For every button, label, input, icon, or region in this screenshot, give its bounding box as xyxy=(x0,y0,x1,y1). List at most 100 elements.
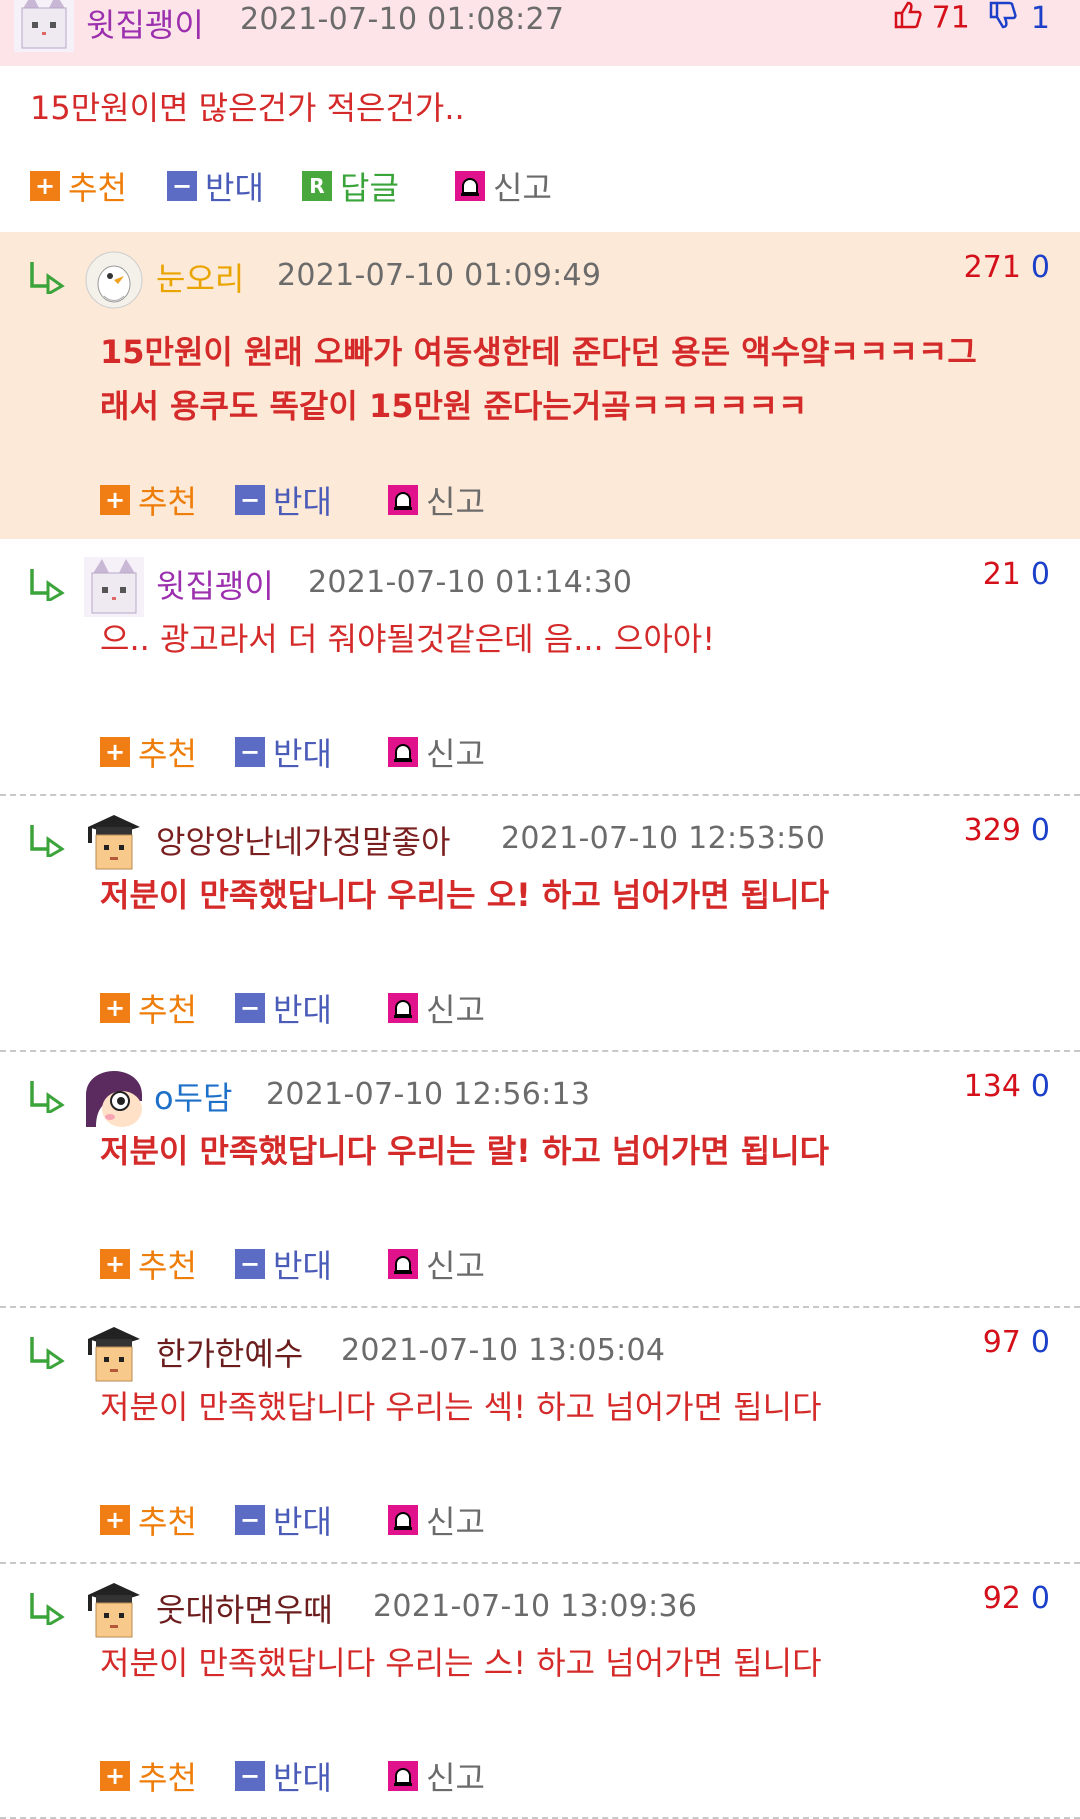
recommend-button[interactable]: + 추천 xyxy=(100,1244,197,1285)
plus-icon: + xyxy=(100,1249,130,1279)
reply-comment: 한가한예수 2021-07-10 13:05:04 97 0 저분이 만족했답니다… xyxy=(0,1307,1080,1563)
oppose-label: 반대 xyxy=(205,169,264,207)
author-nickname[interactable]: 윗집괭이 xyxy=(86,0,204,46)
author-nickname[interactable]: 윗집괭이 xyxy=(156,561,274,607)
downvote-count: 0 xyxy=(1030,1069,1050,1104)
avatar[interactable] xyxy=(84,557,144,617)
downvote-count: 0 xyxy=(1030,250,1050,285)
comment-text: 15만원이면 많은건가 적은건가.. xyxy=(30,89,465,127)
recommend-button[interactable]: + 추천 xyxy=(100,1756,197,1797)
downvote-count: 0 xyxy=(1030,557,1050,592)
report-button[interactable]: 신고 xyxy=(455,166,552,207)
reply-comment: o두담 2021-07-10 12:56:13 134 0 저분이 만족했답니다 … xyxy=(0,1051,1080,1307)
author-nickname[interactable]: 한가한예수 xyxy=(156,1329,303,1375)
report-button[interactable]: 신고 xyxy=(388,1244,485,1285)
comment-text-line: 저분이 만족했답니다 우리는 스! 하고 넘어가면 됩니다 xyxy=(100,1644,822,1682)
avatar[interactable] xyxy=(84,1581,144,1641)
siren-icon xyxy=(455,171,485,201)
comment-date: 2021-07-10 01:08:27 xyxy=(240,2,565,37)
recommend-label: 추천 xyxy=(138,1503,197,1541)
recommend-label: 추천 xyxy=(138,483,197,521)
thumb-up-icon[interactable] xyxy=(892,0,922,38)
author-nickname[interactable]: o두담 xyxy=(154,1073,232,1119)
recommend-button[interactable]: + 추천 xyxy=(100,480,197,521)
report-label: 신고 xyxy=(426,483,485,521)
author-nickname[interactable]: 웃대하면우때 xyxy=(156,1585,333,1631)
reply-arrow-icon xyxy=(28,260,66,298)
comment-actions: + 추천 − 반대 신고 xyxy=(100,1244,600,1285)
comment-date: 2021-07-10 01:09:49 xyxy=(277,258,602,293)
avatar[interactable] xyxy=(84,250,144,310)
report-label: 신고 xyxy=(426,735,485,773)
reply-button[interactable]: R 답글 xyxy=(302,166,399,207)
thumb-down-icon[interactable] xyxy=(987,0,1017,38)
plus-icon: + xyxy=(100,1505,130,1535)
avatar[interactable] xyxy=(84,813,144,873)
oppose-button[interactable]: − 반대 xyxy=(235,1756,332,1797)
comment-text-line: 15만원이 원래 오빠가 여동생한테 준다던 용돈 액수얔ㅋㅋㅋㅋ그 xyxy=(100,333,977,371)
oppose-label: 반대 xyxy=(273,1247,332,1285)
vote-score: 71 1 xyxy=(892,0,1050,38)
oppose-button[interactable]: − 반대 xyxy=(235,1500,332,1541)
comment-text-line: 저분이 만족했답니다 우리는 섹! 하고 넘어가면 됩니다 xyxy=(100,1388,822,1426)
report-button[interactable]: 신고 xyxy=(388,988,485,1029)
report-button[interactable]: 신고 xyxy=(388,480,485,521)
minus-icon: − xyxy=(235,993,265,1023)
comment-text: 저분이 만족했답니다 우리는 스! 하고 넘어가면 됩니다 xyxy=(100,1636,822,1690)
siren-icon xyxy=(388,485,418,515)
oppose-label: 반대 xyxy=(273,1759,332,1797)
minus-icon: − xyxy=(167,171,197,201)
upvote-count: 92 xyxy=(982,1581,1021,1616)
vote-score: 21 0 xyxy=(983,557,1050,592)
r-icon: R xyxy=(302,171,332,201)
oppose-button[interactable]: − 반대 xyxy=(235,480,332,521)
comment-date: 2021-07-10 12:56:13 xyxy=(266,1077,591,1112)
oppose-label: 반대 xyxy=(273,991,332,1029)
report-button[interactable]: 신고 xyxy=(388,1756,485,1797)
oppose-label: 반대 xyxy=(273,735,332,773)
recommend-label: 추천 xyxy=(138,735,197,773)
oppose-label: 반대 xyxy=(273,483,332,521)
plus-icon: + xyxy=(100,737,130,767)
upvote-count: 134 xyxy=(963,1069,1021,1104)
comment-actions: + 추천 − 반대 신고 xyxy=(100,988,600,1029)
oppose-button[interactable]: − 반대 xyxy=(235,1244,332,1285)
upvote-count: 329 xyxy=(963,813,1021,848)
comment-date: 2021-07-10 01:14:30 xyxy=(308,565,633,600)
comment-actions: + 추천 − 반대 신고 xyxy=(100,1756,600,1797)
reply-comment: 웃대하면우때 2021-07-10 13:09:36 92 0 저분이 만족했답니… xyxy=(0,1563,1080,1818)
minus-icon: − xyxy=(235,485,265,515)
report-button[interactable]: 신고 xyxy=(388,1500,485,1541)
report-button[interactable]: 신고 xyxy=(388,732,485,773)
reply-arrow-icon xyxy=(28,1335,66,1373)
comment-text-line: 으.. 광고라서 더 줘야될것같은데 음... 으아아! xyxy=(100,620,716,658)
siren-icon xyxy=(388,1505,418,1535)
downvote-count: 0 xyxy=(1030,1325,1050,1360)
reply-arrow-icon xyxy=(28,1591,66,1629)
recommend-button[interactable]: + 추천 xyxy=(100,732,197,773)
vote-score: 92 0 xyxy=(983,1581,1050,1616)
author-nickname[interactable]: 눈오리 xyxy=(156,254,244,300)
siren-icon xyxy=(388,993,418,1023)
avatar-cat[interactable] xyxy=(14,0,74,52)
avatar[interactable] xyxy=(84,1069,144,1129)
comment-text-line: 저분이 만족했답니다 우리는 오! 하고 넘어가면 됩니다 xyxy=(100,876,830,914)
author-nickname[interactable]: 앙앙앙난네가정말좋아 xyxy=(156,817,450,863)
vote-score: 329 0 xyxy=(964,813,1050,848)
avatar[interactable] xyxy=(84,1325,144,1385)
recommend-button[interactable]: + 추천 xyxy=(30,166,127,207)
recommend-label: 추천 xyxy=(138,1759,197,1797)
oppose-button[interactable]: − 반대 xyxy=(235,732,332,773)
upvote-count: 271 xyxy=(963,250,1021,285)
recommend-button[interactable]: + 추천 xyxy=(100,1500,197,1541)
recommend-label: 추천 xyxy=(138,991,197,1029)
upvote-count: 21 xyxy=(982,557,1021,592)
oppose-button[interactable]: − 반대 xyxy=(235,988,332,1029)
minus-icon: − xyxy=(235,1505,265,1535)
downvote-count: 0 xyxy=(1030,1581,1050,1616)
recommend-button[interactable]: + 추천 xyxy=(100,988,197,1029)
comment-top: 윗집괭이 2021-07-10 01:08:27 71 1 15만원이면 많은건… xyxy=(0,0,1080,232)
oppose-button[interactable]: − 반대 xyxy=(167,166,264,207)
comment-actions: + 추천 − 반대 R 답글 신고 xyxy=(30,166,630,207)
comment-text: 15만원이 원래 오빠가 여동생한테 준다던 용돈 액수얔ㅋㅋㅋㅋ그 래서 용쿠도… xyxy=(100,325,977,433)
